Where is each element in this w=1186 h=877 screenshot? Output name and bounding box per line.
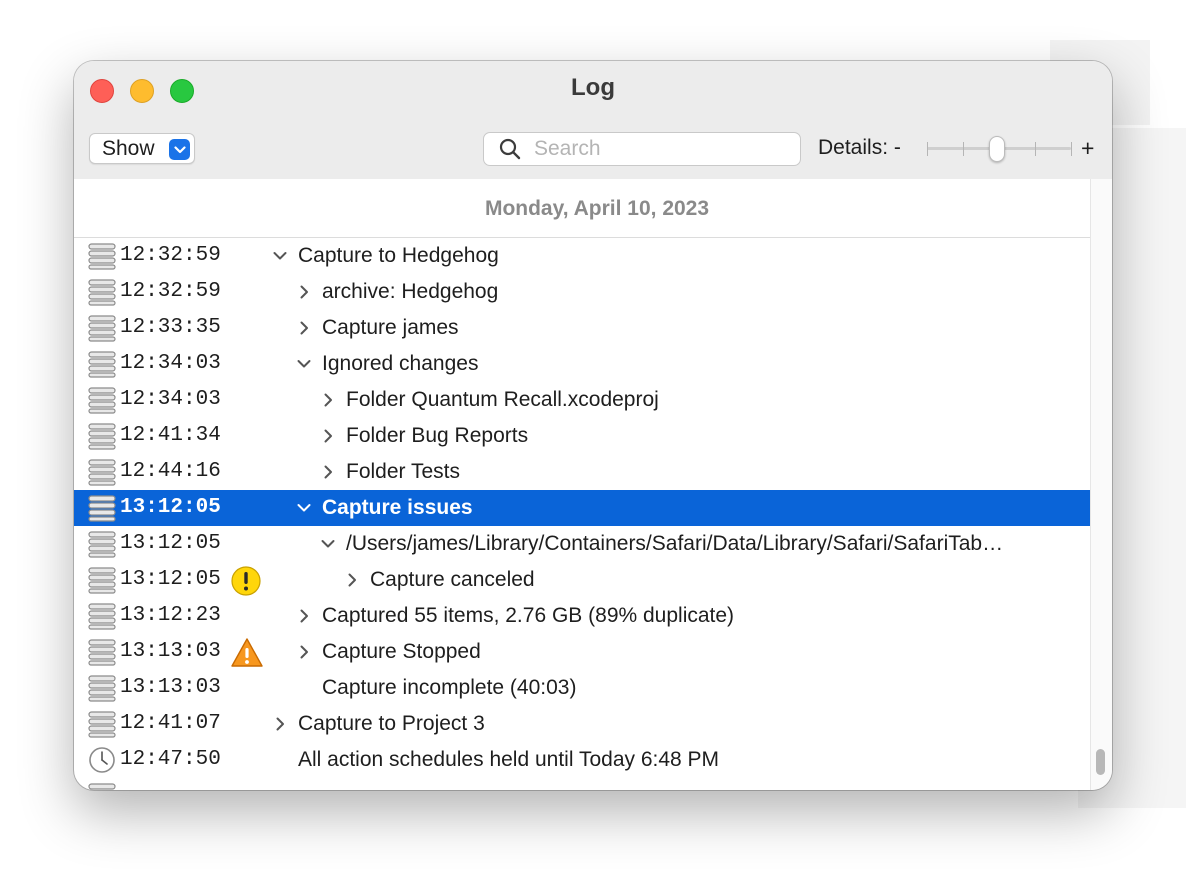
search-field[interactable]: [483, 132, 801, 166]
log-message: Capture Stopped: [322, 640, 481, 663]
log-time: 12:41:07: [120, 712, 221, 735]
chevron-down-icon: [169, 139, 190, 160]
disclosure-collapsed-icon[interactable]: [320, 428, 336, 444]
scrollbar-thumb[interactable]: [1096, 749, 1105, 775]
log-stack-icon: [88, 314, 116, 347]
log-message: Capture incomplete (40:03): [322, 676, 577, 699]
log-message: Capture to Project 3: [298, 712, 485, 735]
log-message: Folder Quantum Recall.xcodeproj: [346, 388, 659, 411]
log-stack-icon: [88, 602, 116, 635]
date-header: Monday, April 10, 2023: [74, 179, 1090, 238]
show-label: Show: [102, 137, 155, 160]
log-stack-icon: [88, 422, 116, 455]
log-stack-icon: [88, 710, 116, 743]
log-stack-icon: [88, 350, 116, 383]
log-stack-icon: [88, 494, 116, 527]
log-list[interactable]: 12:32:59 Capture to Hedgehog 12:32:59 archi…: [74, 238, 1090, 790]
log-row[interactable]: 12:32:59 archive: Hedgehog: [74, 274, 1090, 310]
slider-tick: [963, 142, 964, 156]
disclosure-expanded-icon[interactable]: [296, 356, 312, 372]
log-row[interactable]: 12:34:03 Ignored changes: [74, 346, 1090, 382]
log-stack-icon: [88, 242, 116, 275]
log-row[interactable]: 12:32:59 Capture to Hedgehog: [74, 238, 1090, 274]
slider-tick: [1071, 142, 1072, 156]
log-message: archive: Hedgehog: [322, 280, 499, 303]
disclosure-collapsed-icon[interactable]: [320, 464, 336, 480]
log-time: 12:32:59: [120, 244, 221, 267]
log-message: Ignored changes: [322, 352, 479, 375]
caution-icon: [230, 565, 262, 602]
log-row-selected[interactable]: 13:12:05 Capture issues: [74, 490, 1090, 526]
show-popup-button[interactable]: Show: [89, 133, 195, 164]
log-time: 13:12:23: [120, 604, 221, 627]
log-message: Folder Bug Reports: [346, 424, 529, 447]
log-row[interactable]: 12:44:16 Folder Tests: [74, 454, 1090, 490]
log-time: 12:47:50: [120, 748, 221, 771]
window-title: Log: [571, 74, 615, 101]
log-stack-icon: [88, 458, 116, 491]
log-time: 12:34:03: [120, 352, 221, 375]
log-row[interactable]: 13:13:03 Capture Stopped: [74, 634, 1090, 670]
vertical-scrollbar[interactable]: [1090, 179, 1112, 790]
log-row[interactable]: 12:41:34 Folder Bug Reports: [74, 418, 1090, 454]
log-stack-icon: [88, 566, 116, 599]
log-message: Captured 55 items, 2.76 GB (89% duplicat…: [322, 604, 735, 627]
log-stack-icon: [88, 530, 116, 563]
log-row[interactable]: 12:41:07 Capture to Project 3: [74, 706, 1090, 742]
log-time: 12:41:34: [120, 424, 221, 447]
details-label: Details: -: [818, 136, 901, 159]
log-stack-icon: [88, 782, 116, 790]
log-stack-icon: [88, 278, 116, 311]
search-input[interactable]: [534, 135, 789, 163]
log-time: 13:13:03: [120, 640, 221, 663]
log-row[interactable]: 13:12:05 Capture canceled: [74, 562, 1090, 598]
slider-tick: [927, 142, 928, 156]
log-stack-icon: [88, 638, 116, 671]
details-slider-knob[interactable]: [989, 136, 1005, 162]
log-stack-icon: [88, 674, 116, 707]
log-time: 12:44:16: [120, 460, 221, 483]
disclosure-expanded-icon[interactable]: [296, 500, 312, 516]
log-message: Capture james: [322, 316, 459, 339]
log-time: 13:12:05: [120, 496, 221, 519]
disclosure-collapsed-icon[interactable]: [344, 572, 360, 588]
disclosure-collapsed-icon[interactable]: [296, 644, 312, 660]
log-row[interactable]: 13:12:05/Users/james/Library/Containers/…: [74, 526, 1090, 562]
log-time: 12:33:35: [120, 316, 221, 339]
disclosure-collapsed-icon[interactable]: [296, 320, 312, 336]
warning-icon: [230, 637, 264, 674]
log-time: 13:13:03: [120, 676, 221, 699]
log-message: Capture to Hedgehog: [298, 244, 499, 267]
log-message: Capture issues: [322, 496, 473, 519]
disclosure-collapsed-icon[interactable]: [320, 392, 336, 408]
log-stack-icon: [88, 386, 116, 419]
disclosure-expanded-icon[interactable]: [320, 536, 336, 552]
details-plus-label: +: [1081, 135, 1095, 161]
date-header-text: Monday, April 10, 2023: [484, 197, 710, 220]
log-message: /Users/james/Library/Containers/Safari/D…: [346, 532, 1004, 555]
log-row[interactable]: 12:34:03 Folder Quantum Recall.xcodeproj: [74, 382, 1090, 418]
disclosure-collapsed-icon[interactable]: [272, 716, 288, 732]
log-time: 12:32:59: [120, 280, 221, 303]
log-time: 13:12:05: [120, 568, 221, 591]
clock-icon: [88, 746, 116, 779]
log-message: All action schedules held until Today 6:…: [298, 748, 720, 771]
log-row[interactable]: 13:13:03 Capture incomplete (40:03): [74, 670, 1090, 706]
disclosure-expanded-icon[interactable]: [272, 248, 288, 264]
log-message: Folder Tests: [346, 460, 460, 483]
search-icon: [498, 137, 522, 166]
log-row[interactable]: 13:12:23 Captured 55 items, 2.76 GB (89% …: [74, 598, 1090, 634]
log-message: Capture canceled: [370, 568, 535, 591]
slider-tick: [1035, 142, 1036, 156]
log-window: Log Show Details: - + Monday, April 10, …: [74, 61, 1112, 790]
disclosure-collapsed-icon[interactable]: [296, 284, 312, 300]
disclosure-collapsed-icon[interactable]: [296, 608, 312, 624]
log-time: 12:34:03: [120, 388, 221, 411]
log-row[interactable]: 12:47:50 All action schedules held until …: [74, 742, 1090, 778]
log-row[interactable]: 12:33:35 Capture james: [74, 310, 1090, 346]
log-time: 13:12:05: [120, 532, 221, 555]
titlebar: Log Show Details: - +: [74, 61, 1112, 180]
